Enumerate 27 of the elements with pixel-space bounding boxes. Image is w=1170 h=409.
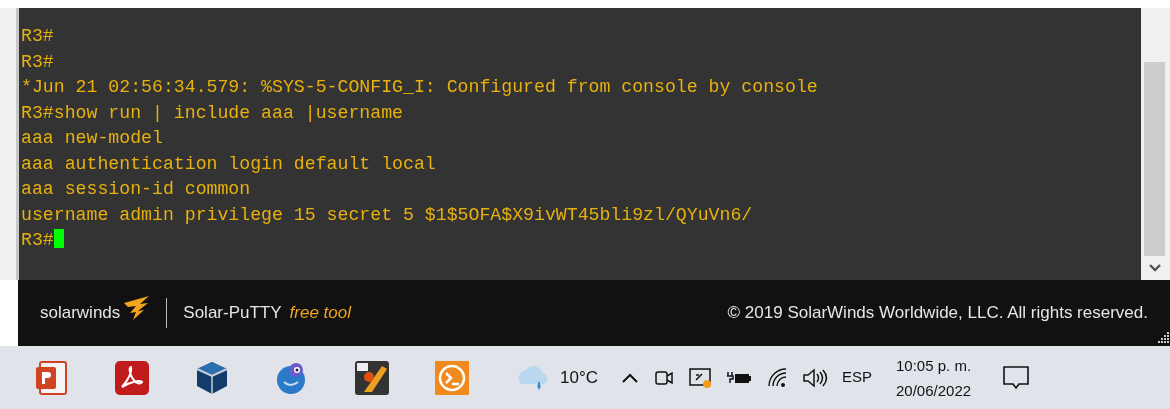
terminal-line: aaa new-model (21, 127, 164, 150)
clock-time[interactable]: 10:05 p. m. (896, 352, 972, 378)
terminal-line: R3# (21, 25, 55, 48)
flame-logo-icon (122, 295, 151, 321)
terminal-line: username admin privilege 15 secret 5 $1$5OFA$X9ivWT45bli9zl/QYuVn6/ (21, 203, 754, 227)
notification-icon[interactable] (1001, 363, 1032, 392)
terminal-line: aaa authentication login default local (21, 152, 437, 176)
terminal-line: R3# (21, 50, 55, 74)
product-name: Solar-PuTTY (183, 302, 282, 325)
monitor-icon[interactable] (688, 365, 712, 390)
wifi-icon[interactable] (766, 365, 788, 390)
tagline: free tool (289, 302, 351, 325)
terminal-line: aaa session-id common (21, 178, 252, 201)
copyright-text: © 2019 SolarWinds Worldwide, LLC. All rights reserved. (727, 302, 1148, 325)
terminal-line: *Jun 21 02:56:34.579: %SYS-5-CONFIG_I: Configured from console by console (21, 76, 819, 99)
network-app-icon[interactable] (354, 359, 390, 396)
brand-name: solarwinds (40, 302, 121, 325)
terminal-line: R3# (21, 228, 1141, 254)
temperature-text[interactable]: 10°C (560, 364, 598, 391)
language-indicator[interactable]: ESP (842, 366, 872, 389)
cube-app-icon[interactable] (194, 359, 230, 396)
pdf-app-icon[interactable] (114, 359, 150, 396)
presentation-app-icon[interactable] (34, 359, 70, 396)
terminal-line: R3#show run | include aaa |username (21, 101, 404, 125)
clock-date[interactable]: 20/06/2022 (896, 377, 972, 403)
resize-grip-icon[interactable] (1156, 330, 1170, 344)
scroll-down-icon[interactable] (1148, 264, 1161, 272)
